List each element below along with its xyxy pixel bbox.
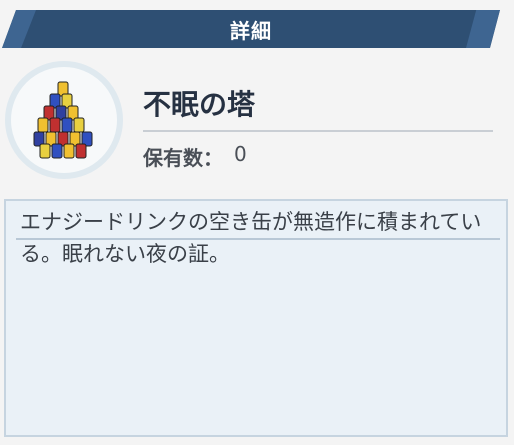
energy-drink-can-tower-icon: [33, 81, 93, 159]
header-title: 詳細: [230, 18, 272, 43]
description-box: エナジードリンクの空き缶が無造作に積まれている。眠れない夜の証。: [4, 199, 508, 437]
item-icon-frame: [5, 61, 123, 179]
owned-count-value: 0: [234, 142, 247, 166]
description-text: エナジードリンクの空き缶が無造作に積まれている。眠れない夜の証。: [20, 210, 482, 266]
name-divider: [143, 130, 493, 132]
detail-header: 詳細: [2, 10, 500, 48]
item-name: 不眠の塔: [143, 88, 256, 121]
owned-count-label: 保有数：: [143, 146, 223, 170]
